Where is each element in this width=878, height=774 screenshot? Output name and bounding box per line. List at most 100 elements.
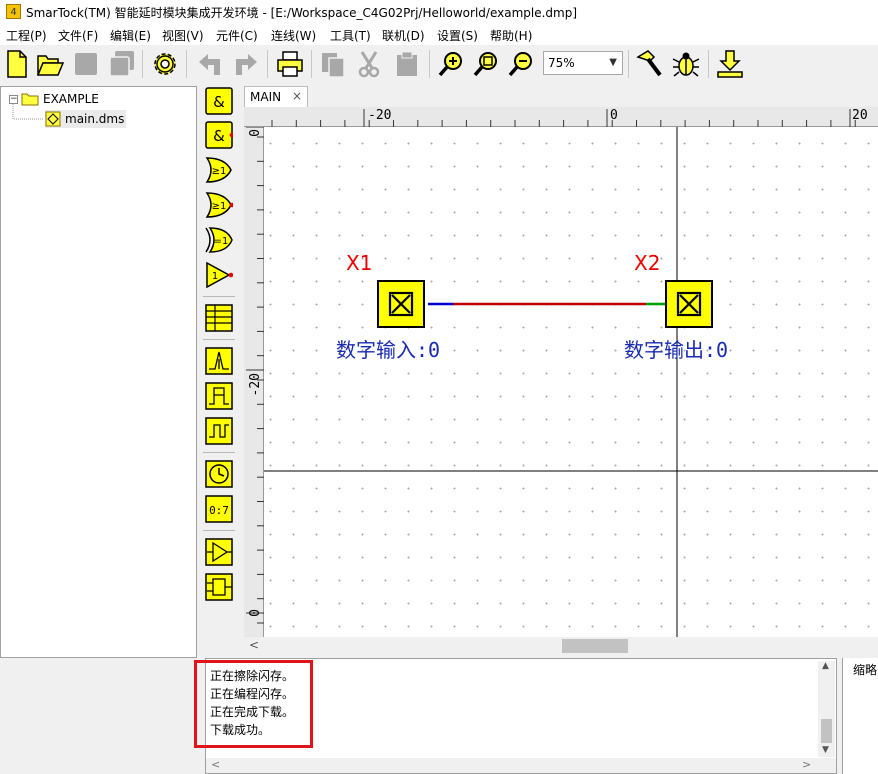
zoom-select[interactable]: 75% ▼ bbox=[543, 51, 623, 75]
diagram-canvas[interactable]: -20 0 20 0 -20 0 X1 数字输入:0 X2 数字输出:0 < bbox=[244, 107, 878, 655]
amplifier-icon bbox=[205, 538, 233, 566]
component-palette: & & ≥1 ≥1 =1 1 0:7 bbox=[199, 86, 240, 658]
menu-tools[interactable]: 工具(T) bbox=[330, 27, 371, 44]
save-all-button[interactable] bbox=[107, 49, 137, 79]
zoom-out-icon bbox=[508, 52, 532, 77]
menu-component[interactable]: 元件(C) bbox=[216, 27, 258, 44]
menu-wire[interactable]: 连线(W) bbox=[271, 27, 316, 44]
pulse-button[interactable] bbox=[205, 347, 233, 375]
menu-online[interactable]: 联机(D) bbox=[382, 27, 425, 44]
counter-button[interactable]: 0:7 bbox=[205, 495, 233, 523]
nand-gate-button[interactable]: & bbox=[205, 121, 233, 149]
save-all-icon bbox=[109, 51, 134, 77]
new-file-button[interactable] bbox=[2, 49, 32, 79]
scroll-down-icon[interactable]: ▼ bbox=[822, 745, 829, 755]
square-wave-icon bbox=[205, 417, 233, 445]
paste-icon bbox=[397, 51, 417, 76]
ruler-label: -20 bbox=[248, 373, 263, 397]
module-button[interactable] bbox=[205, 573, 233, 601]
horizontal-scrollbar[interactable]: < bbox=[244, 637, 878, 655]
scrollbar-thumb[interactable] bbox=[562, 639, 628, 653]
toolbar bbox=[0, 45, 878, 84]
toolbar-separator bbox=[186, 50, 187, 78]
menu-project[interactable]: 工程(P) bbox=[6, 27, 47, 44]
open-folder-icon bbox=[36, 55, 64, 76]
svg-text:0:7: 0:7 bbox=[209, 504, 229, 517]
settings-button[interactable] bbox=[150, 49, 180, 79]
open-folder-button[interactable] bbox=[35, 49, 65, 79]
and-gate-icon: & bbox=[205, 87, 233, 115]
timer-button[interactable] bbox=[205, 460, 233, 488]
scrollbar-thumb[interactable] bbox=[821, 719, 832, 743]
nor-gate-button[interactable]: ≥1 bbox=[205, 191, 233, 219]
menu-edit[interactable]: 编辑(E) bbox=[110, 27, 151, 44]
download-icon bbox=[717, 50, 743, 78]
ruler-label: 0 bbox=[248, 129, 263, 137]
palette-separator bbox=[203, 296, 235, 297]
svg-text:&: & bbox=[213, 127, 225, 145]
tab-main[interactable]: MAIN × bbox=[244, 86, 308, 107]
nand-gate-icon: & bbox=[205, 121, 233, 149]
square-wave-button[interactable] bbox=[205, 417, 233, 445]
gear-icon bbox=[154, 53, 176, 75]
scroll-right-icon[interactable]: > bbox=[802, 758, 811, 771]
ruler-label: 0 bbox=[610, 108, 618, 123]
clock-icon bbox=[205, 460, 233, 488]
zoom-in-icon bbox=[438, 52, 462, 77]
on-delay-button[interactable] bbox=[205, 382, 233, 410]
not-gate-button[interactable]: 1 bbox=[205, 261, 233, 289]
scroll-left-icon[interactable]: < bbox=[249, 638, 259, 652]
menu-bar: 工程(P) 文件(F) 编辑(E) 视图(V) 元件(C) 连线(W) 工具(T… bbox=[0, 24, 878, 45]
and-gate-button[interactable]: & bbox=[205, 87, 233, 115]
amplifier-button[interactable] bbox=[205, 538, 233, 566]
debug-button[interactable] bbox=[671, 49, 701, 79]
block-name-label: 数字输入:0 bbox=[336, 338, 441, 362]
project-tree: − EXAMPLE main.dms bbox=[0, 86, 197, 658]
block-id-label: X1 bbox=[346, 251, 373, 275]
highlight-annotation bbox=[194, 660, 313, 748]
new-file-icon bbox=[7, 50, 27, 78]
or-gate-button[interactable]: ≥1 bbox=[205, 156, 233, 184]
tree-connector-lines bbox=[12, 104, 44, 120]
vertical-scrollbar[interactable]: ▲ ▼ bbox=[818, 661, 835, 757]
digital-input-block[interactable] bbox=[377, 280, 425, 328]
xor-gate-button[interactable]: =1 bbox=[205, 226, 233, 254]
undo-button[interactable] bbox=[195, 49, 225, 79]
palette-separator bbox=[203, 339, 235, 340]
zoom-fit-button[interactable] bbox=[471, 49, 501, 79]
or-gate-icon: ≥1 bbox=[205, 157, 232, 183]
menu-help[interactable]: 帮助(H) bbox=[490, 27, 532, 44]
save-button[interactable] bbox=[71, 49, 101, 79]
download-button[interactable] bbox=[715, 49, 745, 79]
ruler-label: 20 bbox=[852, 108, 868, 123]
menu-settings[interactable]: 设置(S) bbox=[437, 27, 478, 44]
app-icon: 4 bbox=[6, 4, 21, 19]
redo-button[interactable] bbox=[231, 49, 261, 79]
ruler-ticks-top bbox=[271, 109, 856, 127]
zoom-in-button[interactable] bbox=[436, 49, 466, 79]
undo-icon bbox=[199, 54, 220, 75]
compile-button[interactable] bbox=[634, 49, 664, 79]
window-title: SmarTock(TM) 智能延时模块集成开发环境 - [E:/Workspac… bbox=[26, 6, 578, 20]
block-id-label: X2 bbox=[634, 251, 661, 275]
counter-icon: 0:7 bbox=[205, 495, 233, 523]
horizontal-scrollbar[interactable]: < > bbox=[206, 758, 836, 773]
svg-text:≥1: ≥1 bbox=[212, 201, 227, 212]
digital-output-block[interactable] bbox=[665, 280, 713, 328]
scroll-up-icon[interactable]: ▲ bbox=[822, 661, 829, 671]
truth-table-button[interactable] bbox=[205, 304, 233, 332]
chevron-down-icon: ▼ bbox=[609, 57, 617, 68]
cut-button[interactable] bbox=[354, 49, 384, 79]
title-bar: 4 SmarTock(TM) 智能延时模块集成开发环境 - [E:/Worksp… bbox=[0, 0, 878, 24]
print-button[interactable] bbox=[275, 49, 305, 79]
grid-area[interactable]: X1 数字输入:0 X2 数字输出:0 bbox=[264, 127, 878, 637]
menu-file[interactable]: 文件(F) bbox=[58, 27, 98, 44]
scroll-left-icon[interactable]: < bbox=[211, 758, 220, 771]
copy-button[interactable] bbox=[318, 49, 348, 79]
menu-view[interactable]: 视图(V) bbox=[162, 27, 204, 44]
axis-lines bbox=[264, 127, 878, 637]
zoom-out-button[interactable] bbox=[506, 49, 536, 79]
close-icon[interactable]: × bbox=[292, 89, 302, 103]
svg-text:≥1: ≥1 bbox=[212, 166, 227, 177]
paste-button[interactable] bbox=[392, 49, 422, 79]
